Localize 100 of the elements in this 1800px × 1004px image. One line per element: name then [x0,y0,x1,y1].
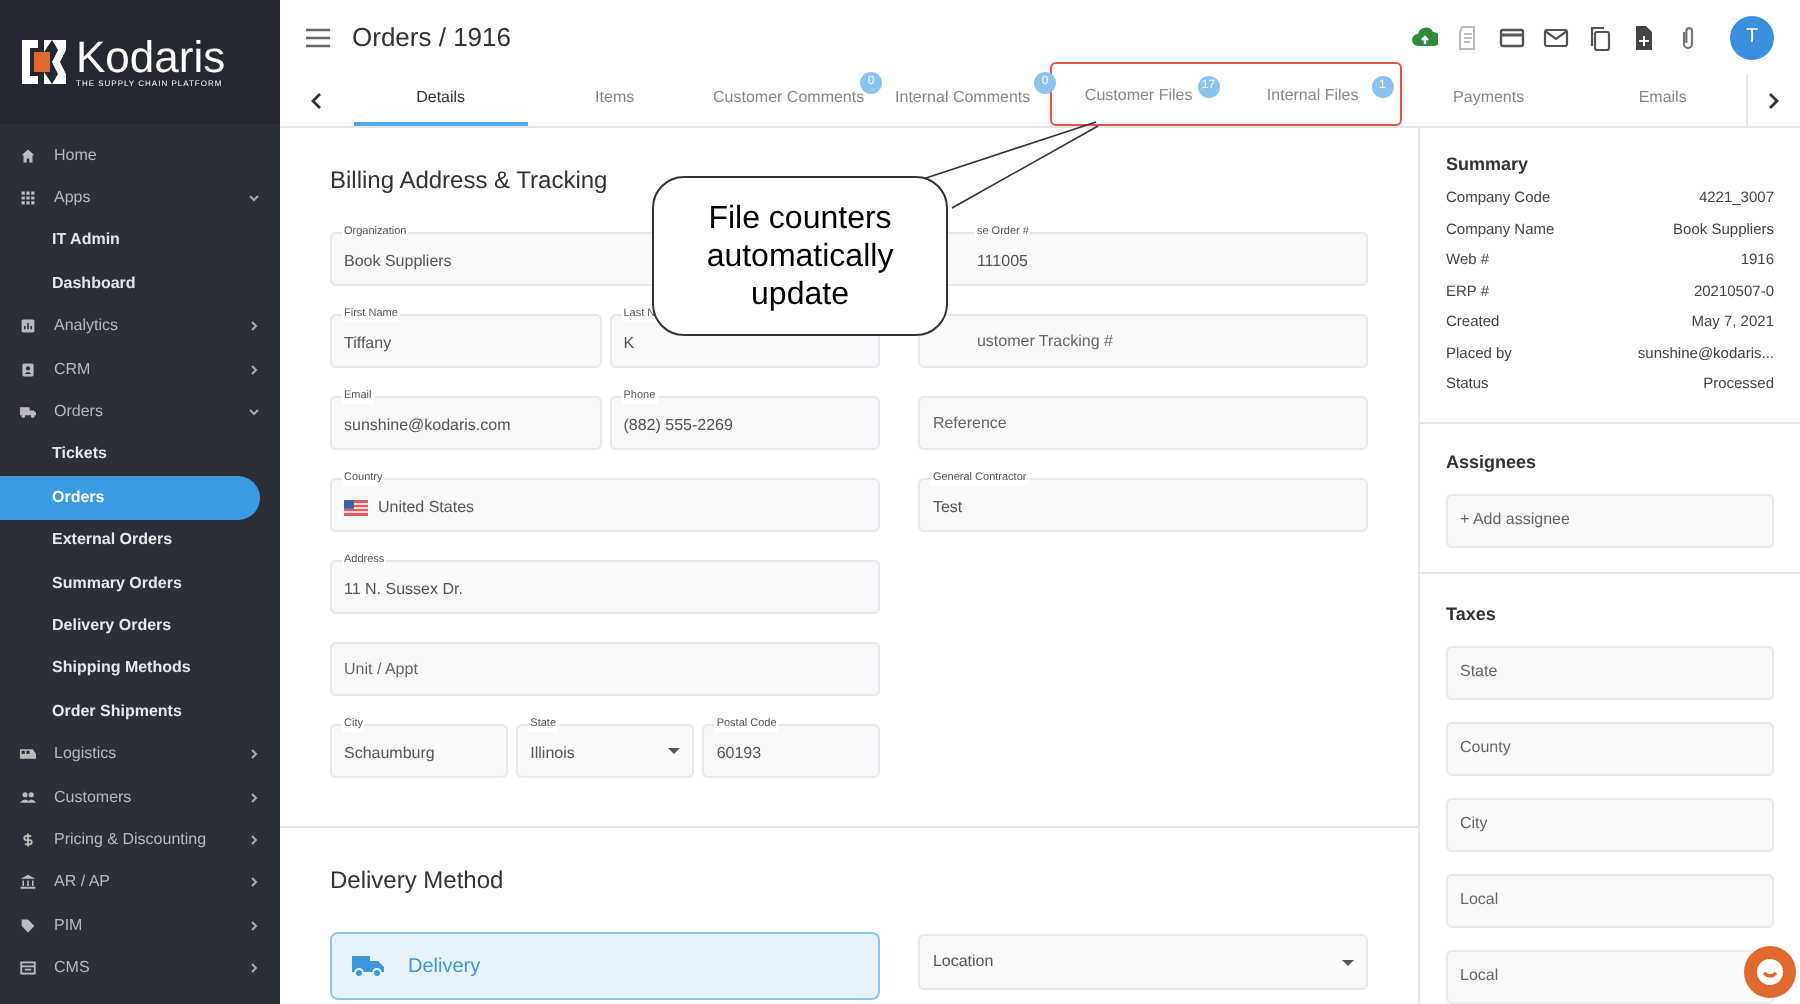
field-value: 11 N. Sussex Dr. [344,577,463,601]
field-value: Book Suppliers [344,249,452,273]
logo-icon [20,38,68,86]
input-field[interactable]: City [1446,797,1774,851]
input-field[interactable]: Local [1446,873,1774,927]
input-field[interactable]: Reference [918,396,1368,450]
sidebar-item[interactable]: Analytics [0,305,280,348]
location-select[interactable]: Location [918,934,1368,990]
sidebar-item[interactable]: Customers [0,775,280,819]
tab-label: Internal Comments [895,88,1031,108]
nav-label: Pricing & Discounting [54,827,209,852]
field-placeholder: City [1460,812,1488,836]
nav-label: AR / AP [54,870,113,895]
sidebar-item[interactable]: PIM [0,904,280,947]
tab-label: Emails [1638,88,1687,108]
sidebar-item[interactable]: Pricing & Discounting [0,818,280,862]
nav-label: PIM [54,913,85,938]
field-value: K [623,331,635,355]
field-value: United States [378,495,475,519]
sidebar-item[interactable]: Delivery Orders [0,604,260,648]
select-placeholder: Location [932,950,996,974]
field-placeholder: Local [1460,964,1499,988]
sidebar-item[interactable]: Order Shipments [0,690,260,733]
nav-label: Customers [54,785,134,810]
field-placeholder: + Add assignee [1460,508,1570,532]
user-avatar[interactable]: T [1730,15,1774,59]
cloud-upload-icon[interactable] [1410,23,1438,51]
sidebar-item[interactable]: Tickets [0,433,260,477]
sidebar-item[interactable]: CMS [0,946,280,990]
window-icon [20,960,36,977]
chat-icon [1754,956,1786,988]
mail-icon[interactable] [1542,23,1570,51]
field-value: Test [932,495,963,519]
input-field[interactable]: Local [1446,949,1774,1003]
field-value: 111005 [976,249,1028,273]
tab-label: Customer Comments [713,88,865,108]
nav-label: Home [54,143,99,168]
sidebar-item[interactable]: Logistics [0,732,280,776]
flag-icon [344,499,368,515]
sidebar-item[interactable]: Shipping Methods [0,647,260,691]
chart-icon [20,318,36,335]
sidebar-item[interactable]: Apps [0,176,280,220]
page-title: Orders / 1916 [352,19,511,56]
tab[interactable]: Emails [1575,60,1750,126]
sidebar-item[interactable]: External Orders [0,519,260,562]
nav-label: CMS [54,956,92,981]
tab[interactable]: Items [527,60,702,126]
file-add-icon[interactable] [1630,23,1658,51]
nav-label: Analytics [54,314,121,339]
copy-icon[interactable] [1586,23,1614,51]
people-icon [20,789,36,806]
sidebar-item[interactable]: Home [0,134,280,177]
input-field[interactable]: ustomer Tracking # [918,314,1368,368]
nav-label: CRM [54,357,93,382]
field-value: Schaumburg [344,741,435,765]
input-field[interactable]: County [1446,721,1774,775]
field-placeholder: State [1460,660,1498,684]
field-value: sunshine@kodaris.com [344,413,511,437]
dropdown-caret-icon [668,748,681,754]
field-value: Illinois [530,741,575,765]
tab[interactable]: Payments [1401,60,1576,126]
tab-label: Payments [1453,88,1525,108]
sidebar-item[interactable]: Summary Orders [0,561,260,605]
field-value: Tiffany [344,331,392,355]
home-icon [20,147,36,164]
assignee-field[interactable]: + Add assignee [1446,493,1774,547]
panel-heading: Summary [1446,152,1531,176]
sidebar-item[interactable]: Orders [0,390,280,434]
field-placeholder: Reference [932,411,1007,435]
sidebar-item[interactable]: AR / AP [0,861,280,905]
tab-label: Items [595,88,635,108]
sidebar-item[interactable]: Dashboard [0,262,260,306]
chevron-left-icon [310,91,323,109]
tag-icon [20,917,36,934]
panel-heading: Taxes [1446,601,1498,625]
dollar-icon [20,831,36,848]
sidebar-item[interactable]: IT Admin [0,219,260,263]
input-field[interactable]: Unit / Appt [330,642,881,696]
tab-label: Details [416,88,466,108]
field-placeholder: Local [1460,888,1499,912]
panel-heading: Assignees [1446,449,1539,473]
dropdown-caret-icon [1342,959,1354,965]
grid-icon [20,190,36,207]
brand-name: Kodaris [76,36,226,80]
field-value: 60193 [716,741,762,765]
section-heading: Billing Address & Tracking [330,164,610,196]
sidebar-item[interactable]: CRM [0,347,280,391]
menu-icon[interactable] [306,27,330,47]
field-placeholder: Unit / Appt [344,657,418,681]
bus-icon [20,746,36,763]
section-heading: Delivery Method [330,864,506,896]
input-field[interactable]: State [1446,645,1774,699]
nav-label: Apps [54,186,93,211]
nav-label: Logistics [54,742,119,767]
field-value: (882) 555-2269 [623,413,733,437]
truck-icon [352,954,384,978]
tab-label: Internal Files [1266,86,1359,106]
nav-label: Orders [54,400,105,425]
credit-card-icon[interactable] [1498,23,1526,51]
field-placeholder: County [1460,736,1511,760]
